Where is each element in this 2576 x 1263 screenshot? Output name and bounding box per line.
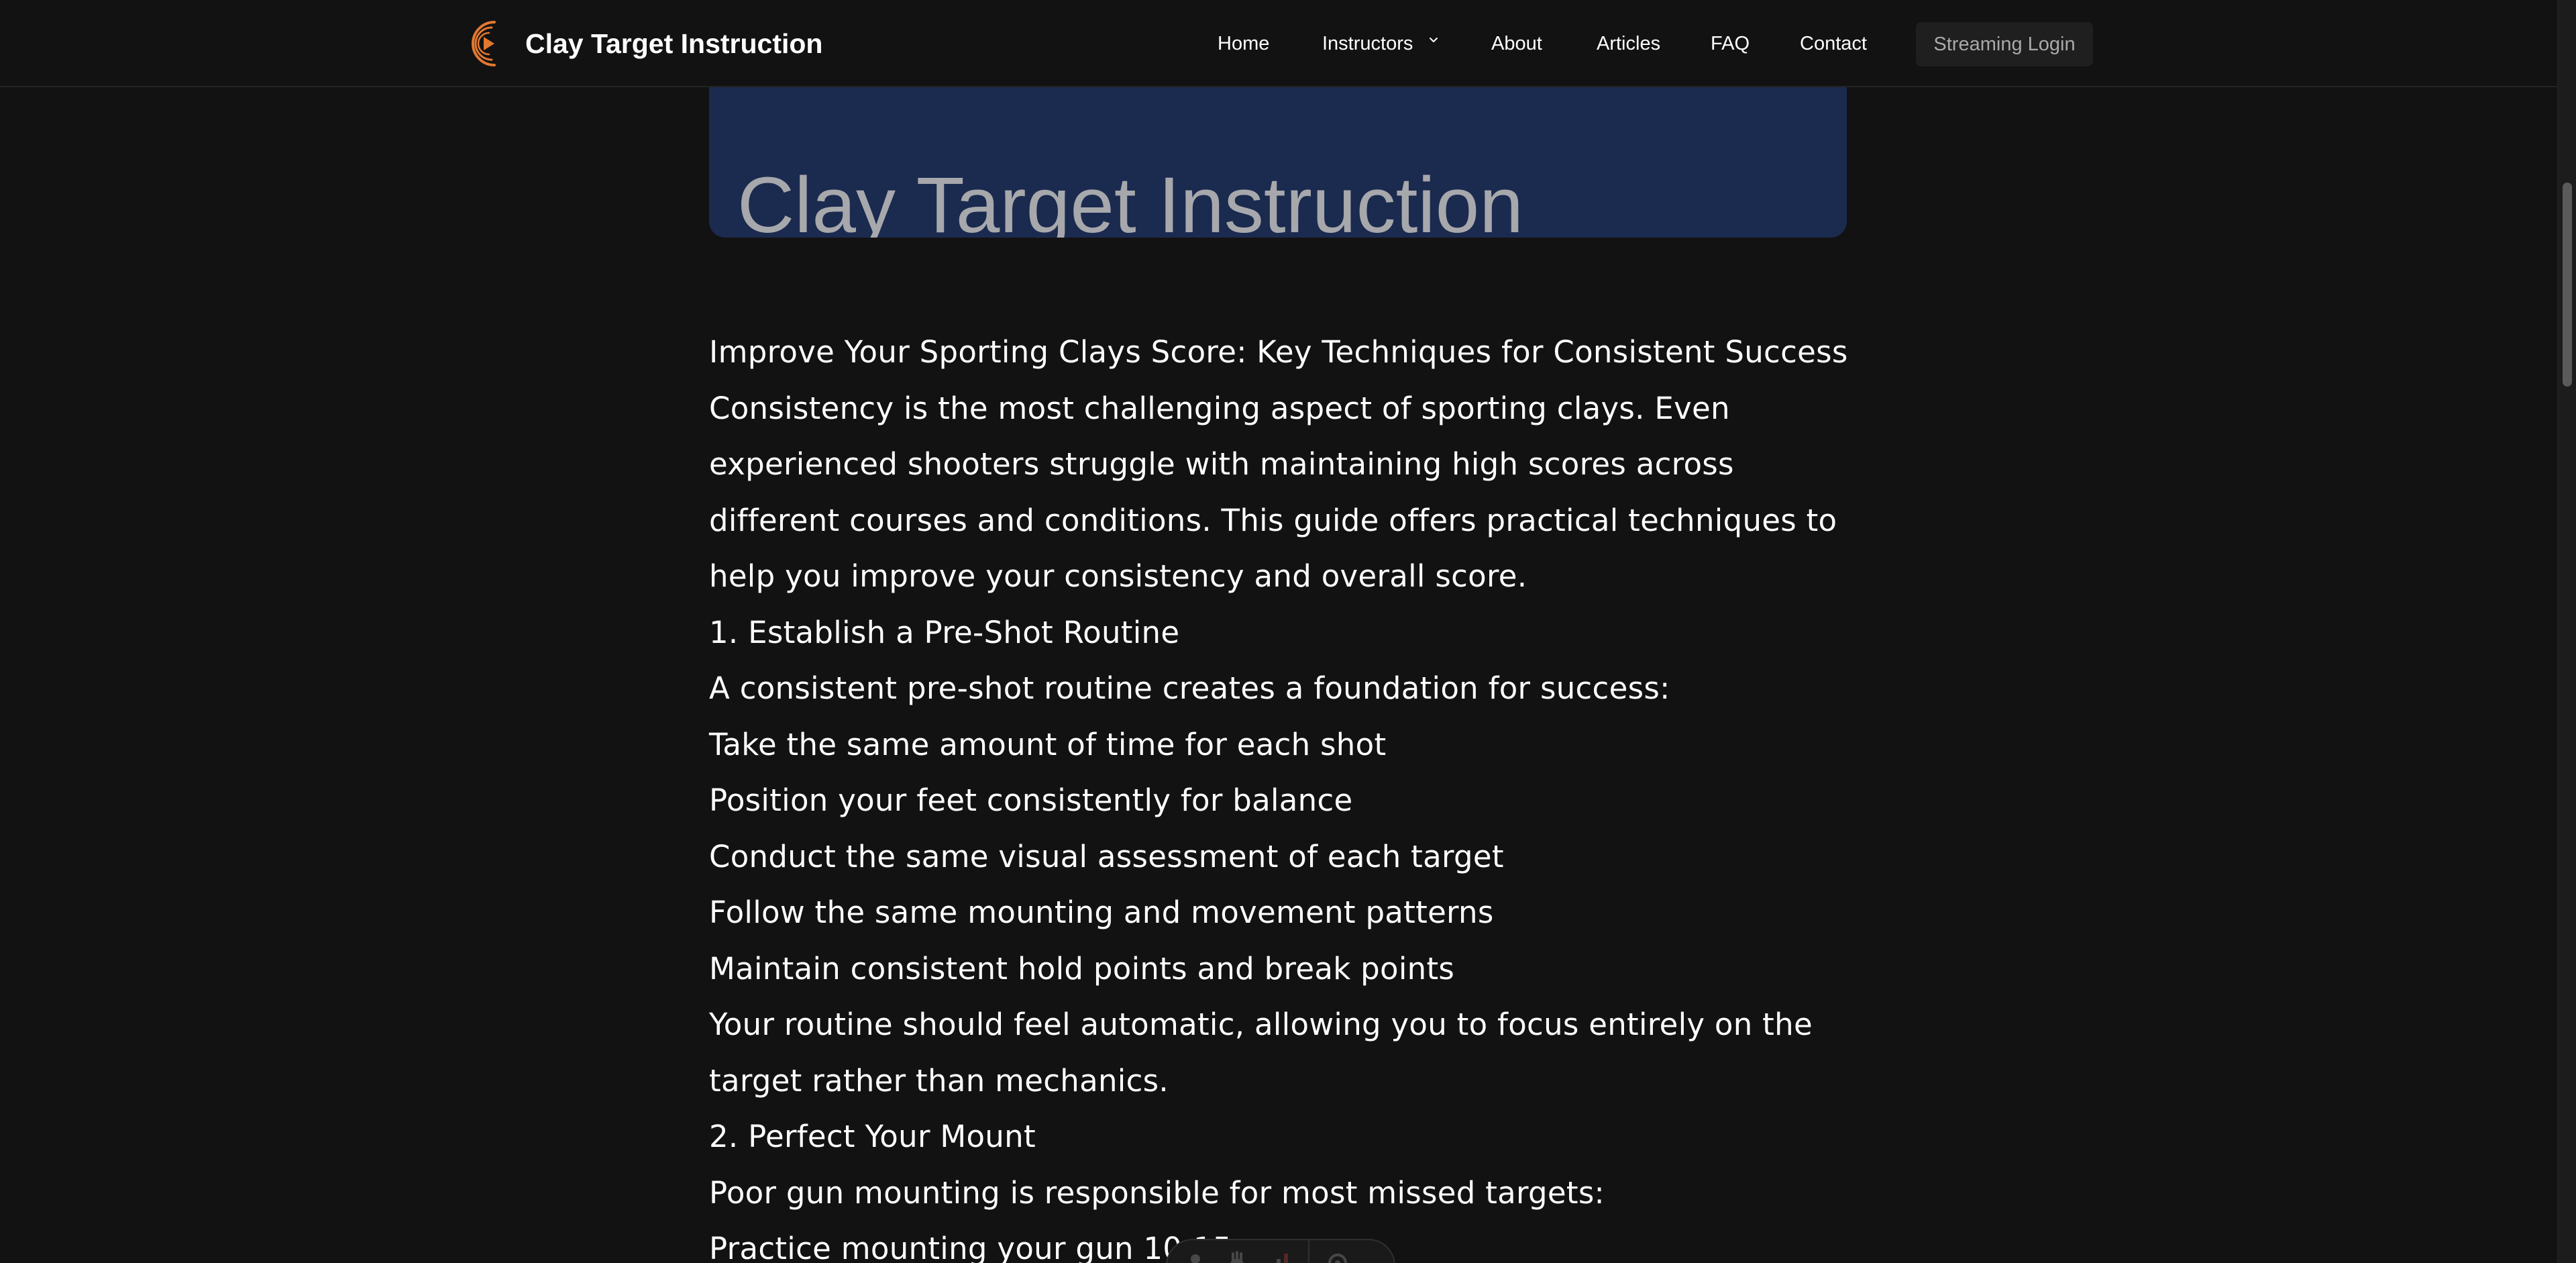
nav-articles[interactable]: Articles xyxy=(1597,23,1660,64)
chevron-down-icon xyxy=(1430,38,1438,43)
gear-icon[interactable] xyxy=(1324,1250,1351,1263)
scrollbar-thumb[interactable] xyxy=(2563,183,2572,387)
nav-about[interactable]: About xyxy=(1491,23,1542,64)
article-body: Improve Your Sporting Clays Score: Key T… xyxy=(709,324,1849,1263)
nav-faq[interactable]: FAQ xyxy=(1711,23,1750,64)
section-heading: 2. Perfect Your Mount xyxy=(709,1119,1036,1154)
section-summary: Your routine should feel automatic, allo… xyxy=(709,1007,1813,1099)
toolbar-divider xyxy=(1308,1240,1309,1263)
list-item: Conduct the same visual assessment of ea… xyxy=(709,838,1504,874)
streaming-login-button[interactable]: Streaming Login xyxy=(1916,22,2093,66)
list-item: Take the same amount of time for each sh… xyxy=(709,726,1387,762)
article-title: Improve Your Sporting Clays Score: Key T… xyxy=(709,334,1848,370)
nav-instructors[interactable]: Instructors xyxy=(1322,23,1438,64)
list-item: Follow the same mounting and movement pa… xyxy=(709,895,1494,930)
page-scrollbar[interactable] xyxy=(2557,0,2576,1263)
section-lead: A consistent pre-shot routine creates a … xyxy=(709,670,1670,706)
brand-name: Clay Target Instruction xyxy=(525,28,823,59)
article-intro: Consistency is the most challenging aspe… xyxy=(709,390,1837,595)
user-icon[interactable] xyxy=(1182,1250,1209,1263)
brand-link[interactable]: Clay Target Instruction xyxy=(465,16,822,71)
play-arc-logo-icon xyxy=(472,21,496,66)
hero-title: Clay Target Instruction xyxy=(737,161,1523,238)
list-item: Position your feet consistently for bala… xyxy=(709,782,1353,818)
page: Clay Target Instruction Home Instructors… xyxy=(0,0,2576,1263)
nav-home[interactable]: Home xyxy=(1218,23,1269,64)
floating-toolbar[interactable] xyxy=(1166,1239,1395,1263)
chart-icon[interactable] xyxy=(1265,1250,1292,1263)
section-heading: 1. Establish a Pre-Shot Routine xyxy=(709,614,1180,650)
nav-contact[interactable]: Contact xyxy=(1800,23,1867,64)
hand-icon[interactable] xyxy=(1224,1250,1250,1263)
site-header: Clay Target Instruction Home Instructors… xyxy=(0,0,2557,87)
list-item: Maintain consistent hold points and brea… xyxy=(709,950,1455,987)
hero-banner: Clay Target Instruction xyxy=(709,86,1847,238)
section-lead: Poor gun mounting is responsible for mos… xyxy=(709,1174,1605,1211)
nav-instructors-label: Instructors xyxy=(1322,33,1413,54)
